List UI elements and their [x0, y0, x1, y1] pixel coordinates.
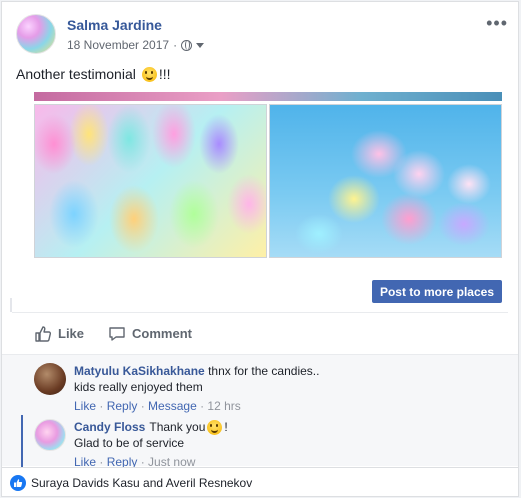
comment-button[interactable]: Comment: [108, 325, 192, 343]
dropdown-caret-icon[interactable]: [196, 42, 205, 48]
thumbs-up-icon: [35, 325, 52, 342]
comment-body: Candy Floss Thank you ! Glad to be of se…: [74, 419, 494, 470]
post-meta: 18 November 2017 ·: [67, 38, 205, 52]
comment-reply-link[interactable]: Reply: [107, 399, 138, 413]
smiley-emoji-icon: [141, 66, 157, 82]
post-text-main: Another testimonial: [16, 66, 136, 82]
like-button[interactable]: Like: [34, 325, 84, 343]
scroll-marker: [10, 298, 12, 312]
thumbs-up-icon: [14, 479, 23, 487]
commenter-name[interactable]: Candy Floss: [74, 419, 145, 435]
globe-icon[interactable]: [181, 39, 193, 51]
post-text-end: !!!: [158, 66, 171, 82]
reactions-footer: Suraya Davids Kasu and Averil Resnekov: [2, 467, 518, 496]
likers-text[interactable]: Suraya Davids Kasu and Averil Resnekov: [31, 476, 252, 490]
comment-time[interactable]: 12 hrs: [207, 399, 240, 413]
comments-section: Matyulu KaSikhakhane thnx for the candie…: [2, 354, 518, 469]
like-label: Like: [58, 326, 85, 341]
photo-gallery: [34, 92, 502, 258]
like-badge-icon: [10, 475, 26, 491]
smiley-emoji-icon: [207, 419, 223, 435]
more-options-icon[interactable]: •••: [486, 14, 508, 32]
comment-label: Comment: [132, 326, 192, 341]
comment-text: thnx for the candies..: [208, 364, 320, 378]
author-avatar[interactable]: [16, 14, 56, 54]
comment-text-line2: Glad to be of service: [74, 436, 185, 450]
post-header: Salma Jardine 18 November 2017 · •••: [16, 14, 508, 58]
comment-actions: Like · Reply · Message · 12 hrs: [74, 399, 241, 413]
photo-top-strip[interactable]: [34, 92, 502, 101]
comment-text-end: !: [224, 420, 228, 434]
author-name[interactable]: Salma Jardine: [67, 17, 162, 33]
comment-like-link[interactable]: Like: [74, 399, 96, 413]
comment-message-link[interactable]: Message: [148, 399, 197, 413]
comment-text-line2: kids really enjoyed them: [74, 380, 203, 394]
post-date[interactable]: 18 November 2017: [67, 38, 169, 52]
commenter-avatar[interactable]: [34, 363, 66, 395]
post-card: Salma Jardine 18 November 2017 · ••• Ano…: [1, 1, 519, 497]
photo-right-frame: [269, 104, 502, 258]
commenter-name[interactable]: Matyulu KaSikhakhane: [74, 364, 205, 378]
meta-separator: ·: [173, 38, 178, 52]
post-actions: Like Comment: [12, 312, 508, 354]
comment-body: Matyulu KaSikhakhane thnx for the candie…: [74, 363, 494, 414]
post-to-more-places-button[interactable]: Post to more places: [372, 280, 502, 303]
post-text: Another testimonial !!!: [16, 66, 171, 82]
reply-thread-line: [21, 415, 23, 467]
comment-bubble-icon: [109, 326, 125, 341]
comment-text: Thank you: [149, 420, 206, 434]
commenter-avatar[interactable]: [34, 419, 66, 451]
photo-left-frame: [34, 104, 267, 258]
